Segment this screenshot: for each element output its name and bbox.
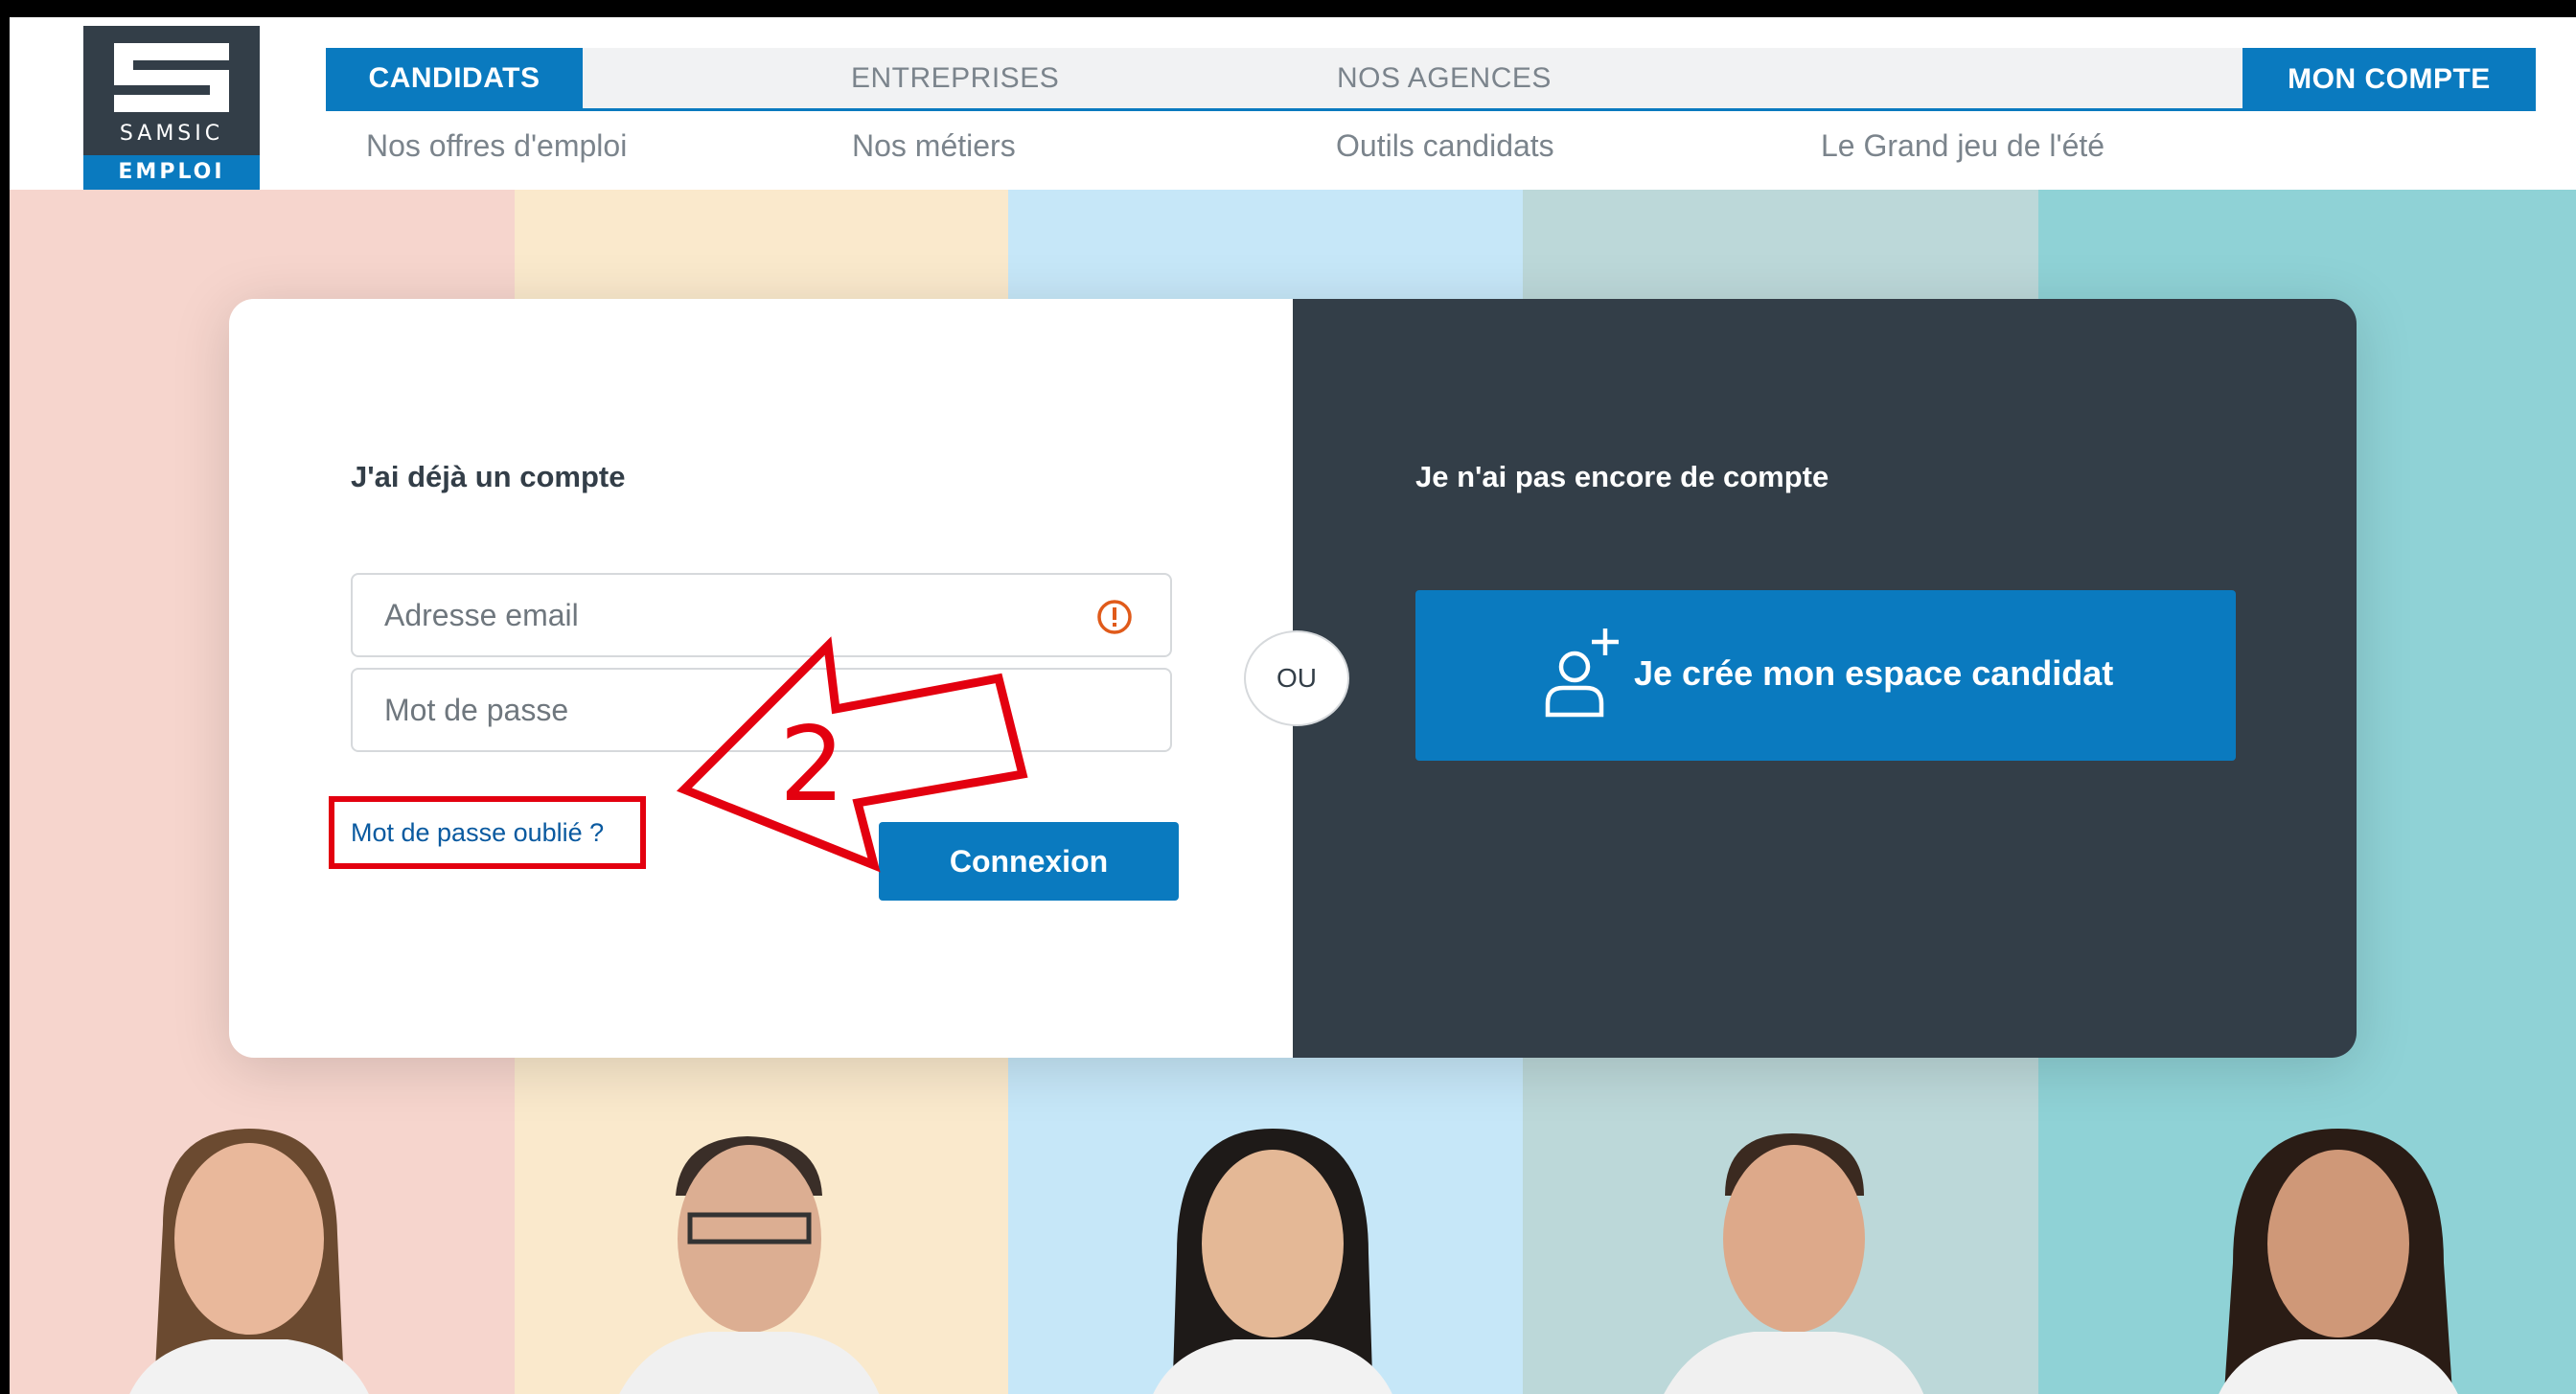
person-photo [585, 1119, 910, 1394]
sub-navigation: Nos offres d'emploi Nos métiers Outils c… [10, 128, 2576, 176]
person-photo [1110, 1119, 1436, 1394]
login-title: J'ai déjà un compte [351, 460, 626, 493]
annotation-step-number: 2 [779, 705, 845, 825]
nav-tab-agences[interactable]: NOS AGENCES [1337, 48, 1552, 108]
annotation-arrow-icon [676, 636, 1028, 873]
person-photo [86, 1119, 412, 1394]
forgot-password-link[interactable]: Mot de passe oublié ? [351, 818, 604, 848]
alert-circle-icon [1097, 600, 1132, 634]
nav-tab-mon-compte[interactable]: MON COMPTE [2242, 48, 2536, 111]
top-navigation: CANDIDATS ENTREPRISES NOS AGENCES MON CO… [326, 48, 2536, 111]
signup-panel: Je n'ai pas encore de compte Je crée mon… [1293, 299, 2357, 1058]
samsic-s-logo-icon [114, 43, 229, 112]
create-account-button[interactable]: Je crée mon espace candidat [1415, 590, 2236, 761]
create-account-label: Je crée mon espace candidat [1634, 653, 2114, 693]
nav-tab-candidats[interactable]: CANDIDATS [326, 48, 583, 108]
page-frame: SAMSIC EMPLOI CANDIDATS ENTREPRISES NOS … [10, 17, 2576, 1394]
person-photo [2175, 1119, 2501, 1394]
or-separator-badge: OU [1244, 630, 1349, 726]
signup-title: Je n'ai pas encore de compte [1415, 460, 1829, 493]
subnav-metiers[interactable]: Nos métiers [852, 128, 1016, 164]
subnav-grand-jeu[interactable]: Le Grand jeu de l'été [1821, 128, 2104, 164]
nav-tab-entreprises[interactable]: ENTREPRISES [851, 48, 1059, 108]
subnav-offres-emploi[interactable]: Nos offres d'emploi [366, 128, 627, 164]
site-header: SAMSIC EMPLOI CANDIDATS ENTREPRISES NOS … [10, 17, 2576, 190]
person-photo [1629, 1119, 1955, 1394]
user-plus-icon [1545, 628, 1619, 718]
subnav-outils-candidats[interactable]: Outils candidats [1336, 128, 1554, 164]
